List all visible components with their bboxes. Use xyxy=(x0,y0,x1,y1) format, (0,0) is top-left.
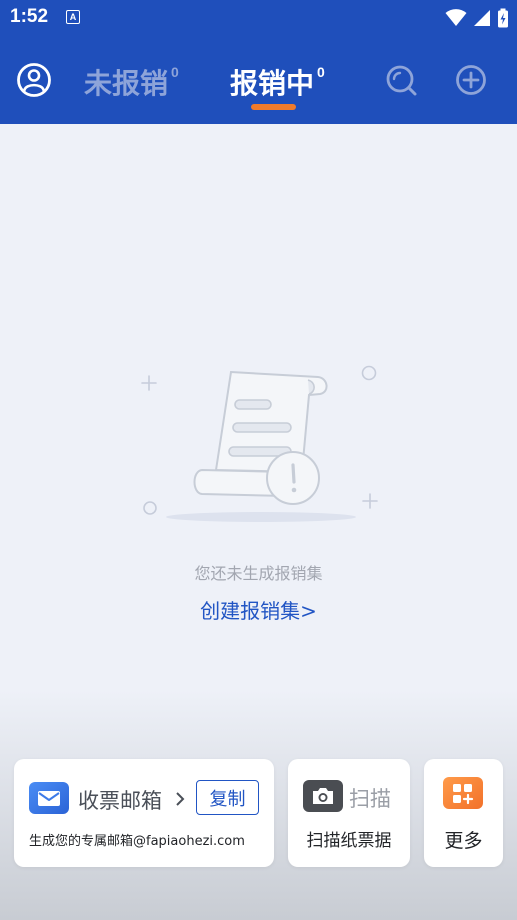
notification-app-icon: A xyxy=(66,10,80,24)
chevron-right-icon[interactable] xyxy=(174,791,186,807)
add-icon[interactable] xyxy=(453,62,489,98)
mailbox-description: 生成您的专属邮箱@fapiaohezi.com xyxy=(29,834,245,849)
tab-label: 报销中 xyxy=(230,68,315,99)
copy-button[interactable]: 复制 xyxy=(196,780,259,815)
scan-title: 扫描 xyxy=(349,787,391,811)
empty-state-message: 您还未生成报销集 xyxy=(194,564,323,583)
scan-receipt-card[interactable]: 扫描 扫描纸票据 xyxy=(288,759,410,867)
grid-add-icon xyxy=(443,777,483,809)
status-time: 1:52 xyxy=(10,6,49,27)
tab-unreimbursed[interactable]: 未报销 0 xyxy=(84,62,179,102)
status-icons xyxy=(445,8,509,28)
mailbox-title[interactable]: 收票邮箱 xyxy=(78,785,162,815)
mail-icon xyxy=(29,782,69,814)
search-icon[interactable] xyxy=(383,62,419,98)
cell-signal-icon xyxy=(474,10,490,26)
user-icon[interactable] xyxy=(16,62,52,98)
status-bar: 1:52 A xyxy=(0,0,517,36)
more-label: 更多 xyxy=(444,830,483,852)
app-header: 1:52 A 未报销 0 报销中 0 xyxy=(0,0,517,124)
more-card[interactable]: 更多 xyxy=(424,759,503,867)
tab-count-badge: 0 xyxy=(317,64,325,80)
camera-icon xyxy=(303,780,343,812)
battery-icon xyxy=(498,8,508,28)
create-reimbursement-set-link[interactable]: 创建报销集> xyxy=(0,595,517,624)
wifi-icon xyxy=(445,9,467,26)
tab-in-progress[interactable]: 报销中 0 xyxy=(230,62,325,102)
empty-document-illustration xyxy=(141,365,378,522)
active-tab-indicator xyxy=(251,104,296,110)
scan-description: 扫描纸票据 xyxy=(306,831,392,851)
tab-count-badge: 0 xyxy=(171,64,179,80)
tab-label: 未报销 xyxy=(84,68,169,99)
receipt-mailbox-card[interactable]: 收票邮箱 复制 生成您的专属邮箱@fapiaohezi.com xyxy=(14,759,274,867)
